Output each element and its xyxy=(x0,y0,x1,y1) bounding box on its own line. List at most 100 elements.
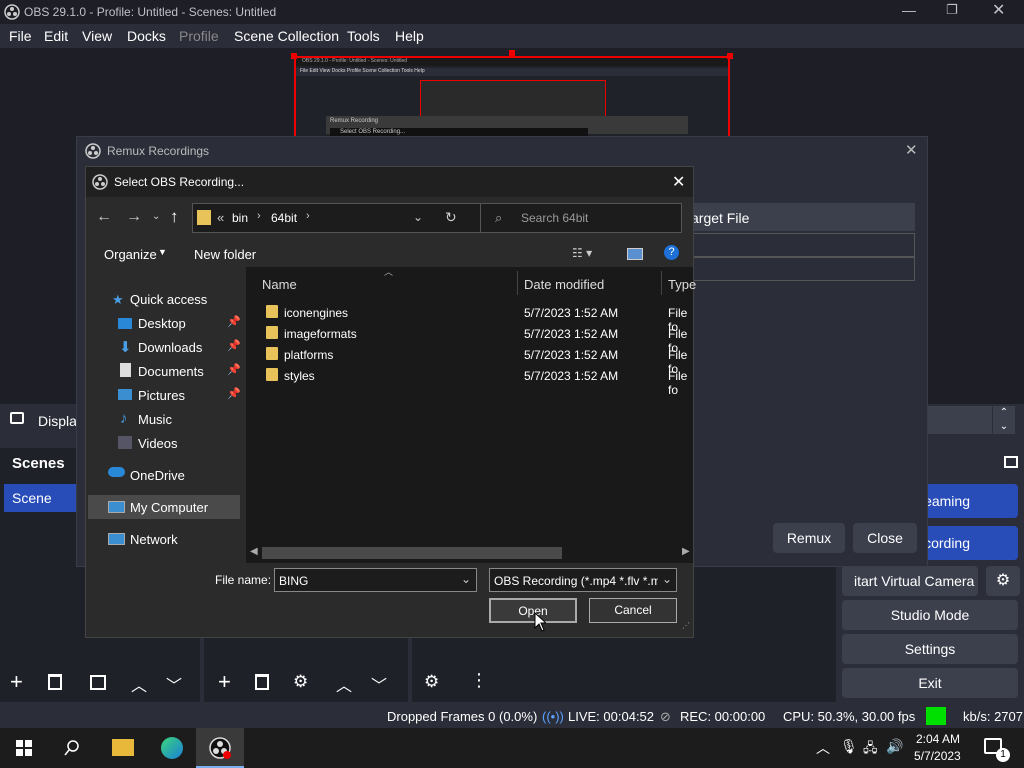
navigation-pane: ★ Quick access Desktop 📌 ⬇ Downloads 📌 D… xyxy=(86,267,242,563)
nav-downloads[interactable]: Downloads xyxy=(138,340,202,355)
nav-network[interactable]: Network xyxy=(130,532,178,547)
nav-onedrive[interactable]: OneDrive xyxy=(130,468,185,483)
handle-top[interactable] xyxy=(509,50,515,56)
remux-close-icon[interactable]: ✕ xyxy=(905,141,918,159)
dock-float-icon[interactable] xyxy=(1004,456,1018,468)
menu-edit[interactable]: Edit xyxy=(44,28,68,44)
nav-music[interactable]: Music xyxy=(138,412,172,427)
close-window-icon[interactable]: ✕ xyxy=(992,0,1005,20)
chevron-down-icon[interactable]: ⌄ xyxy=(461,572,471,586)
virtual-camera-settings-icon[interactable]: ⚙ xyxy=(986,566,1020,596)
restore-icon[interactable]: ❐ xyxy=(946,2,958,18)
microphone-icon[interactable]: 🎙 xyxy=(840,738,858,755)
studio-mode-button[interactable]: Studio Mode xyxy=(842,600,1018,630)
exit-button[interactable]: Exit xyxy=(842,668,1018,698)
clock-date[interactable]: 5/7/2023 xyxy=(914,749,961,763)
source-up-icon[interactable]: ︿ xyxy=(336,672,352,696)
new-folder-button[interactable]: New folder xyxy=(194,247,256,262)
col-type[interactable]: Type xyxy=(668,277,696,292)
horizontal-scrollbar-thumb[interactable] xyxy=(262,547,562,559)
target-row-1[interactable] xyxy=(681,233,915,257)
file-name[interactable]: iconengines xyxy=(284,306,348,320)
clock-time[interactable]: 2:04 AM xyxy=(916,732,960,746)
cancel-button[interactable]: Cancel xyxy=(589,598,677,623)
menu-file[interactable]: File xyxy=(9,28,32,44)
file-name[interactable]: imageformats xyxy=(284,327,357,341)
start-button[interactable] xyxy=(0,728,48,768)
col-divider[interactable] xyxy=(661,271,662,295)
add-scene-icon[interactable]: + xyxy=(10,671,23,693)
path-bin[interactable]: bin xyxy=(232,211,248,225)
virtual-camera-button[interactable]: itart Virtual Camera xyxy=(842,566,978,596)
network-icon[interactable]: 🖧 xyxy=(863,739,878,761)
scene-up-icon[interactable]: ︿ xyxy=(131,672,147,696)
menu-profile[interactable]: Profile xyxy=(179,28,219,44)
view-options-icon[interactable]: ☷ ▾ xyxy=(572,246,592,260)
file-type-filter[interactable]: OBS Recording (*.mp4 *.flv *.m ⌄ xyxy=(489,568,677,592)
up-icon[interactable]: ↑ xyxy=(170,207,179,227)
nav-quick-access[interactable]: Quick access xyxy=(130,292,207,307)
scene-down-icon[interactable]: ﹀ xyxy=(166,672,182,696)
forward-icon[interactable]: → xyxy=(126,208,142,226)
scroll-right-icon[interactable]: ▶ xyxy=(682,546,690,557)
chevron-down-icon[interactable]: ⌄ xyxy=(662,572,672,586)
nav-desktop[interactable]: Desktop xyxy=(138,316,186,331)
display-select[interactable] xyxy=(928,406,992,434)
source-settings-icon[interactable]: ⚙ xyxy=(293,672,308,692)
settings-button[interactable]: Settings xyxy=(842,634,1018,664)
col-date[interactable]: Date modified xyxy=(524,277,604,292)
show-hidden-icons[interactable]: ︿ xyxy=(816,738,830,758)
menu-help[interactable]: Help xyxy=(395,28,424,44)
file-name-input[interactable]: BING ⌄ xyxy=(274,568,477,592)
nav-documents[interactable]: Documents xyxy=(138,364,204,379)
menu-view[interactable]: View xyxy=(82,28,112,44)
remove-scene-icon[interactable] xyxy=(48,674,62,690)
menu-tools[interactable]: Tools xyxy=(347,28,380,44)
computer-icon xyxy=(108,501,125,513)
help-icon[interactable]: ? xyxy=(664,245,679,260)
recent-locations-icon[interactable]: ⌄ xyxy=(152,211,160,222)
minimize-icon[interactable]: — xyxy=(902,2,916,18)
refresh-icon[interactable]: ↻ xyxy=(445,209,457,226)
taskbar: ︿ 🎙 🖧 🔊 2:04 AM 5/7/2023 1 xyxy=(0,728,1024,768)
spin-icon[interactable]: ⌃ ⌄ xyxy=(993,406,1015,434)
obs-taskbar-button[interactable] xyxy=(196,728,244,768)
volume-icon[interactable]: 🔊 xyxy=(886,738,903,755)
mixer-menu-icon[interactable]: ⋮ xyxy=(470,670,488,691)
path-64bit[interactable]: 64bit xyxy=(271,211,297,225)
nav-my-computer[interactable]: My Computer xyxy=(130,500,208,515)
search-box[interactable]: ⌕ Search 64bit xyxy=(480,203,682,233)
scene-filter-icon[interactable] xyxy=(90,675,106,690)
organize-menu[interactable]: Organize xyxy=(104,247,157,262)
back-icon[interactable]: ← xyxy=(96,208,112,226)
search-taskbar-button[interactable] xyxy=(48,728,96,768)
scroll-left-icon[interactable]: ◀ xyxy=(250,546,258,557)
nav-videos[interactable]: Videos xyxy=(138,436,178,451)
chevron-down-icon[interactable]: ⌄ xyxy=(413,210,423,224)
menu-docks[interactable]: Docks xyxy=(127,28,166,44)
file-name[interactable]: platforms xyxy=(284,348,333,362)
handle-tl[interactable] xyxy=(291,53,297,59)
col-divider[interactable] xyxy=(517,271,518,295)
nav-pictures[interactable]: Pictures xyxy=(138,388,185,403)
open-button[interactable]: Open xyxy=(489,598,577,623)
add-source-icon[interactable]: + xyxy=(218,671,231,693)
mixer-settings-icon[interactable]: ⚙ xyxy=(424,672,439,692)
resize-grip-icon[interactable]: ⋰ xyxy=(682,621,690,630)
remux-button[interactable]: Remux xyxy=(773,523,845,553)
file-explorer-taskbar-button[interactable] xyxy=(98,728,146,768)
edge-taskbar-button[interactable] xyxy=(148,728,196,768)
notification-count: 1 xyxy=(996,748,1010,762)
col-name[interactable]: Name xyxy=(262,277,297,292)
source-down-icon[interactable]: ﹀ xyxy=(371,672,387,696)
target-row-2[interactable] xyxy=(681,257,915,281)
file-name[interactable]: styles xyxy=(284,369,315,383)
overflow-icon: « xyxy=(217,210,225,225)
file-dialog-close-icon[interactable]: ✕ xyxy=(672,172,685,192)
handle-tr[interactable] xyxy=(727,53,733,59)
menu-scene-collection[interactable]: Scene Collection xyxy=(234,28,339,44)
remove-source-icon[interactable] xyxy=(255,674,269,690)
remux-close-button[interactable]: Close xyxy=(853,523,917,553)
mouse-cursor-icon xyxy=(534,612,546,632)
preview-pane-icon[interactable] xyxy=(627,248,643,260)
